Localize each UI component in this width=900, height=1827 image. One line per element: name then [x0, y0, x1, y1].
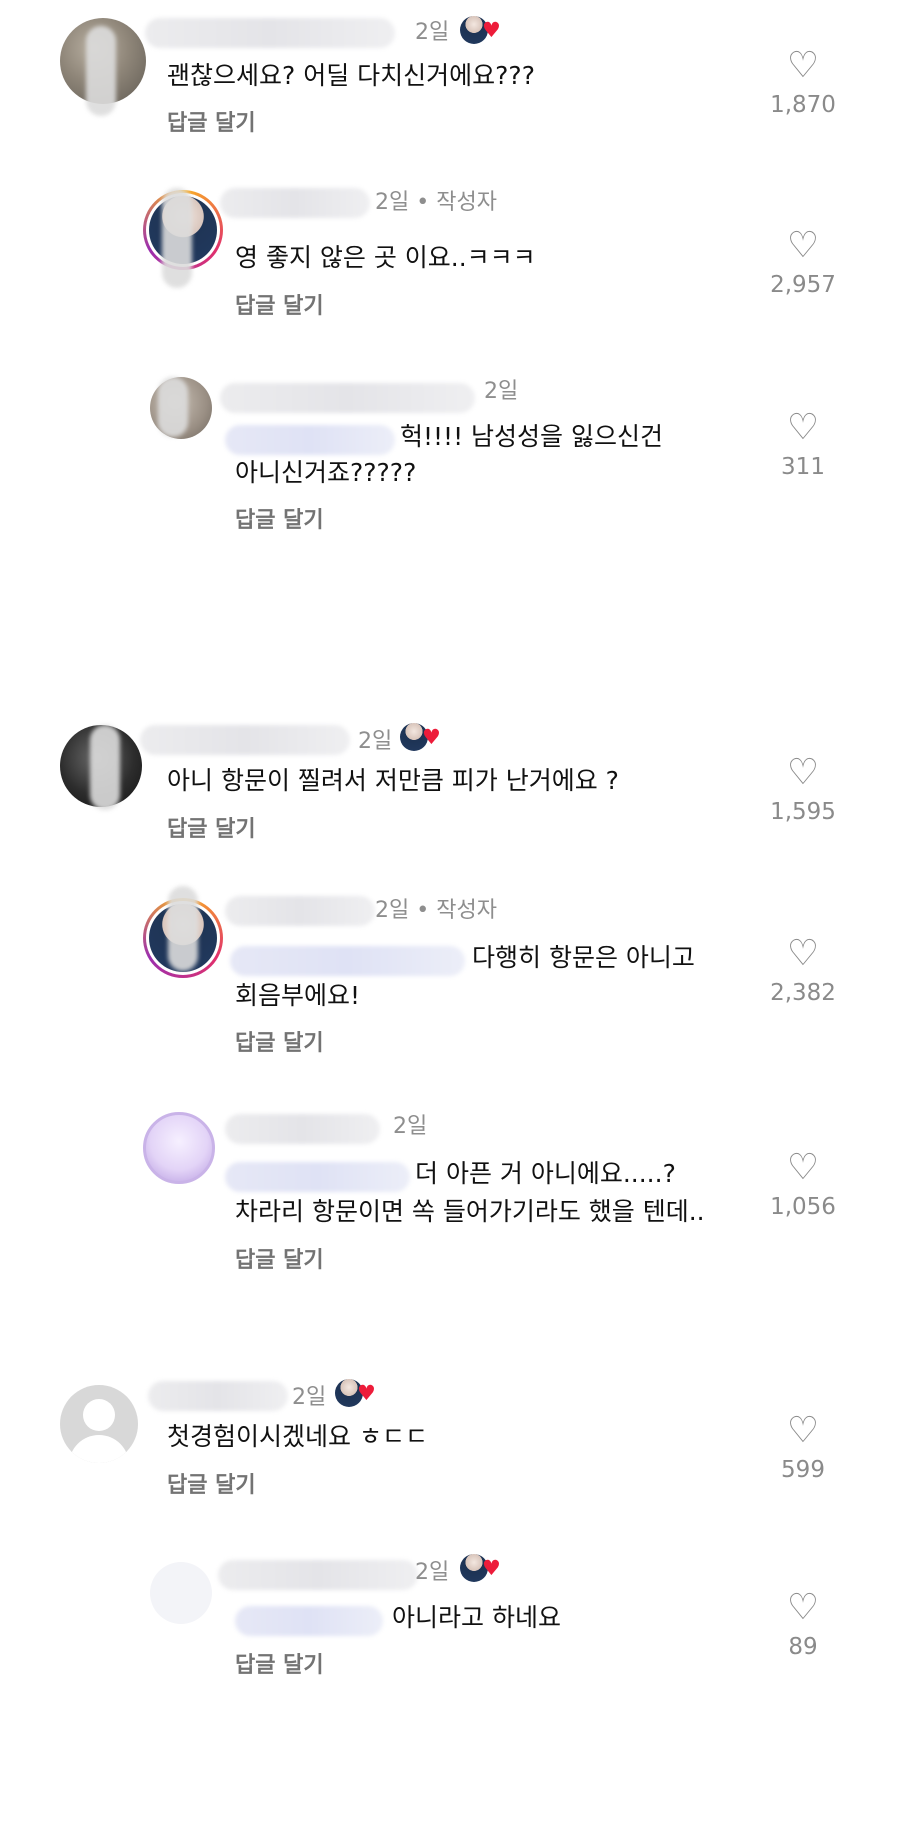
reply-item: 2일 헉!!!! 남성성을 잃으신건 아니신거죠????? 답글 달기 ♡ 31… — [0, 375, 900, 533]
like-count: 1,056 — [770, 1194, 836, 1220]
like-button[interactable]: ♡ 1,056 — [758, 1150, 848, 1221]
reply-button[interactable]: 답글 달기 — [235, 502, 324, 534]
heart-outline-icon[interactable]: ♡ — [758, 228, 848, 264]
comment-item: 2일 ♥ 괜찮으세요? 어딜 다치신거에요??? 답글 달기 ♡ 1,870 — [0, 16, 900, 168]
comment-time: 2일 — [415, 1560, 450, 1585]
creator-liked-badge: ♥ — [460, 14, 506, 46]
blurred-mention — [230, 946, 465, 976]
comment-text: 영 좋지 않은 곳 이요..ㅋㅋㅋ — [235, 243, 536, 272]
reply-button[interactable]: 답글 달기 — [235, 288, 324, 320]
reply-button[interactable]: 답글 달기 — [235, 1242, 324, 1274]
comment-text: 아니 항문이 찔려서 저만큼 피가 난거에요 ? — [167, 766, 619, 795]
like-button[interactable]: ♡ 1,870 — [758, 48, 848, 119]
reply-item: 2일 더 아픈 거 아니에요.....? 차라리 항문이면 쏙 들어가기라도 했… — [0, 1112, 900, 1273]
default-avatar[interactable] — [60, 1385, 138, 1463]
heart-outline-icon[interactable]: ♡ — [758, 410, 848, 446]
author-label: 작성자 — [436, 190, 497, 215]
like-button[interactable]: ♡ 599 — [758, 1413, 848, 1484]
blurred-name — [90, 725, 120, 810]
like-button[interactable]: ♡ 89 — [758, 1590, 848, 1661]
reply-button[interactable]: 답글 달기 — [167, 811, 256, 843]
comment-text: 아니라고 하네요 — [392, 1603, 561, 1632]
reply-button[interactable]: 답글 달기 — [235, 1025, 324, 1057]
creator-liked-badge: ♥ — [400, 721, 446, 753]
comment-text-line1: 더 아픈 거 아니에요.....? — [415, 1159, 676, 1188]
heart-outline-icon[interactable]: ♡ — [758, 1590, 848, 1626]
blurred-mention — [235, 1606, 383, 1636]
like-count: 1,595 — [770, 799, 836, 825]
heart-outline-icon[interactable]: ♡ — [758, 936, 848, 972]
reply-button[interactable]: 답글 달기 — [167, 105, 256, 137]
comment-text-line1: 다행히 항문은 아니고 — [472, 943, 695, 972]
comment-text-line2: 회음부에요! — [235, 981, 361, 1010]
creator-heart-icon: ♥ — [422, 725, 441, 749]
blurred-name — [162, 188, 192, 288]
heart-outline-icon[interactable]: ♡ — [758, 1150, 848, 1186]
user-avatar[interactable] — [150, 1562, 212, 1624]
comment-text: 괜찮으세요? 어딜 다치신거에요??? — [167, 61, 535, 90]
blurred-username — [148, 1381, 288, 1411]
like-button[interactable]: ♡ 2,957 — [758, 228, 848, 299]
creator-heart-icon: ♥ — [482, 1556, 501, 1580]
like-button[interactable]: ♡ 2,382 — [758, 936, 848, 1007]
heart-outline-icon[interactable]: ♡ — [758, 48, 848, 84]
comment-time: 2일 • 작성자 — [375, 898, 497, 923]
comment-text-line1: 헉!!!! 남성성을 잃으신건 — [400, 422, 663, 451]
blurred-username — [220, 383, 475, 413]
reply-item: 2일 • 작성자 다행히 항문은 아니고 회음부에요! 답글 달기 ♡ 2,38… — [0, 886, 900, 1056]
like-button[interactable]: ♡ 311 — [758, 410, 848, 481]
reply-item: 2일 • 작성자 영 좋지 않은 곳 이요..ㅋㅋㅋ 답글 달기 ♡ 2,957 — [0, 188, 900, 338]
creator-liked-badge: ♥ — [460, 1552, 506, 1584]
comment-time: 2일 • 작성자 — [375, 190, 497, 215]
blurred-name — [168, 886, 198, 971]
like-count: 89 — [788, 1634, 818, 1660]
blurred-name — [86, 26, 116, 116]
comment-time: 2일 — [484, 379, 519, 404]
creator-heart-icon: ♥ — [482, 18, 501, 42]
blurred-username — [225, 896, 375, 926]
author-label: 작성자 — [436, 898, 497, 923]
user-avatar[interactable] — [143, 1112, 215, 1184]
comment-time: 2일 — [292, 1385, 327, 1410]
reply-button[interactable]: 답글 달기 — [235, 1647, 324, 1679]
comment-item: 2일 ♥ 첫경험이시겠네요 ㅎㄷㄷ 답글 달기 ♡ 599 — [0, 1379, 900, 1535]
reply-button[interactable]: 답글 달기 — [167, 1467, 256, 1499]
blurred-username — [140, 725, 350, 755]
comment-time: 2일 — [393, 1114, 428, 1139]
blurred-username — [225, 1114, 380, 1144]
comment-text-line2: 아니신거죠????? — [235, 458, 417, 487]
like-count: 311 — [781, 454, 825, 480]
comment-text-line2: 차라리 항문이면 쏙 들어가기라도 했을 텐데.. — [235, 1197, 705, 1226]
comment-time: 2일 — [358, 729, 393, 754]
reply-item: 2일 ♥ 아니라고 하네요 답글 달기 ♡ 89 — [0, 1554, 900, 1710]
comment-text: 첫경험이시겠네요 ㅎㄷㄷ — [167, 1422, 428, 1451]
like-count: 2,382 — [770, 980, 836, 1006]
blurred-mention — [225, 1162, 410, 1192]
blurred-name — [158, 377, 188, 437]
comment-time: 2일 — [415, 20, 450, 45]
comment-item: 2일 ♥ 아니 항문이 찔려서 저만큼 피가 난거에요 ? 답글 달기 ♡ 1,… — [0, 723, 900, 875]
heart-outline-icon[interactable]: ♡ — [758, 1413, 848, 1449]
blurred-mention — [225, 425, 395, 455]
like-button[interactable]: ♡ 1,595 — [758, 755, 848, 826]
creator-heart-icon: ♥ — [357, 1381, 376, 1405]
heart-outline-icon[interactable]: ♡ — [758, 755, 848, 791]
blurred-username — [218, 1560, 418, 1590]
like-count: 1,870 — [770, 92, 836, 118]
blurred-username — [145, 18, 395, 48]
like-count: 2,957 — [770, 272, 836, 298]
like-count: 599 — [781, 1457, 825, 1483]
blurred-username — [220, 188, 370, 218]
creator-liked-badge: ♥ — [335, 1377, 381, 1409]
